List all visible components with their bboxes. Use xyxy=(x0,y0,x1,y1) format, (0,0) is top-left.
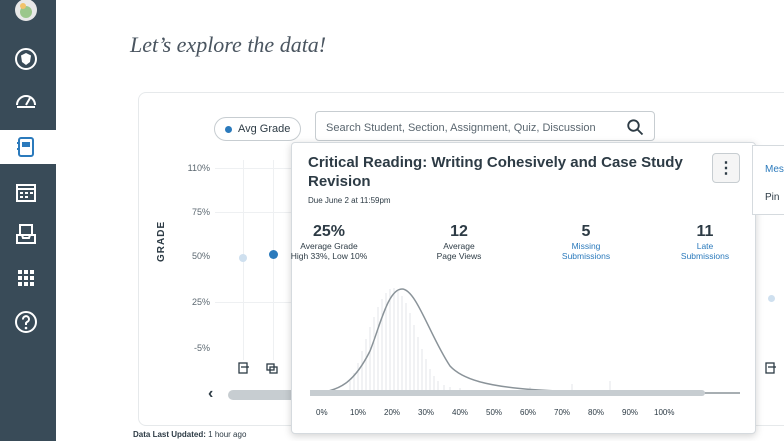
stat-value: 11 xyxy=(696,223,714,240)
assignment-icon[interactable] xyxy=(765,362,777,374)
menu-item-pin[interactable]: Pin xyxy=(765,192,779,203)
grid-line xyxy=(215,302,295,303)
y-tick-label: -5% xyxy=(193,343,210,353)
assignment-popover: Critical Reading: Writing Cohesively and… xyxy=(291,142,756,434)
search-input[interactable] xyxy=(324,118,628,138)
stat-sublabel-link[interactable]: Submissions xyxy=(531,251,641,261)
x-tick-label: 10% xyxy=(350,408,367,417)
popover-due-date: Due June 2 at 11:59pm xyxy=(308,196,391,205)
stat-missing-submissions[interactable]: 5 Missing Submissions xyxy=(531,223,641,261)
x-tick-label: 90% xyxy=(622,408,639,417)
help-icon[interactable] xyxy=(12,308,40,336)
popover-title: Critical Reading: Writing Cohesively and… xyxy=(308,154,683,190)
dashboard-icon[interactable] xyxy=(12,87,40,115)
stat-sublabel: High 33%, Low 10% xyxy=(290,251,368,261)
stat-page-views: 12 Average Page Views xyxy=(404,223,514,261)
discussion-icon[interactable] xyxy=(266,362,278,374)
calendar-icon[interactable] xyxy=(12,178,40,206)
stat-average-grade: 25% Average Grade High 33%, Low 10% xyxy=(274,223,384,261)
grade-point[interactable] xyxy=(768,295,775,302)
assignment-icon[interactable] xyxy=(238,362,250,374)
x-tick-label: 80% xyxy=(588,408,605,417)
more-options-icon[interactable]: ⋮ xyxy=(712,153,740,183)
stat-label-link[interactable]: Missing xyxy=(531,241,641,251)
global-nav xyxy=(0,0,56,441)
x-tick-label: 70% xyxy=(554,408,571,417)
inbox-icon[interactable] xyxy=(12,220,40,248)
grade-distribution-chart xyxy=(310,288,740,396)
x-tick-label: 20% xyxy=(384,408,401,417)
x-tick-label: 30% xyxy=(418,408,435,417)
horizontal-scrollbar[interactable] xyxy=(228,390,298,400)
search-icon[interactable] xyxy=(626,118,644,136)
y-tick-label: 50% xyxy=(191,251,210,261)
legend-dot-icon xyxy=(225,125,232,133)
popover-options-menu: Mes Pin xyxy=(752,145,784,215)
y-tick-label: 25% xyxy=(191,297,210,307)
x-tick-label: 60% xyxy=(520,408,537,417)
distribution-histogram xyxy=(349,288,611,393)
y-tick-label: 110% xyxy=(187,163,210,173)
gradebook-icon[interactable] xyxy=(12,133,40,161)
x-tick-label: 0% xyxy=(316,408,328,417)
stat-value: 5 xyxy=(581,223,591,240)
menu-item-message[interactable]: Mes xyxy=(765,164,784,175)
stat-sublabel-link[interactable]: Submissions xyxy=(650,251,760,261)
last-updated-label: Data Last Updated: xyxy=(133,430,206,439)
last-updated-value: 1 hour ago xyxy=(208,430,247,439)
stat-label: Average xyxy=(443,241,475,251)
scroll-left-chevron-icon[interactable]: ‹ xyxy=(208,385,213,403)
x-tick-label: 40% xyxy=(452,408,469,417)
avatar-icon[interactable] xyxy=(12,0,40,24)
grid-line xyxy=(215,168,295,169)
x-tick-label: 100% xyxy=(654,408,675,417)
grade-point[interactable] xyxy=(239,254,247,262)
page-title: Let’s explore the data! xyxy=(130,32,327,57)
apps-grid-icon[interactable] xyxy=(12,264,40,292)
stat-value: 25% xyxy=(312,223,346,240)
last-updated: Data Last Updated: 1 hour ago xyxy=(133,430,246,439)
legend-avg-grade-toggle[interactable]: Avg Grade xyxy=(214,117,302,141)
y-tick-label: 75% xyxy=(191,207,210,217)
badge-icon[interactable] xyxy=(12,45,40,73)
stat-sublabel: Page Views xyxy=(436,251,482,261)
x-tick-label: 50% xyxy=(486,408,503,417)
stat-label: Average Grade xyxy=(300,241,358,251)
stat-value: 12 xyxy=(450,223,468,240)
stat-late-submissions[interactable]: 11 Late Submissions xyxy=(650,223,760,261)
y-axis-title: GRADE xyxy=(156,220,167,262)
stat-label-link[interactable]: Late xyxy=(650,241,760,251)
search-box xyxy=(315,111,655,141)
legend-label: Avg Grade xyxy=(238,123,291,135)
grid-line xyxy=(215,212,295,213)
